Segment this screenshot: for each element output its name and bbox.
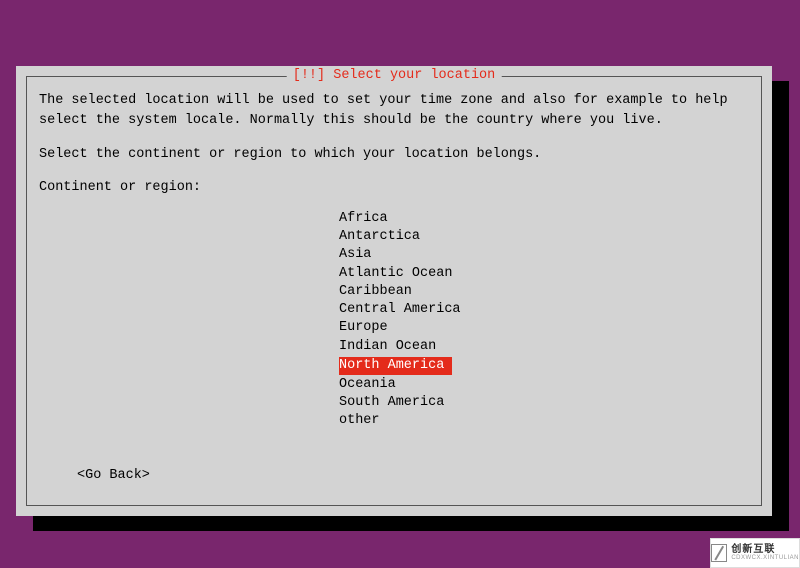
watermark-main: 创新互联	[731, 545, 799, 555]
watermark-badge: 创新互联 CDXWCX.XINTULIAN	[710, 538, 800, 568]
watermark-logo-icon	[711, 544, 727, 562]
watermark-text: 创新互联 CDXWCX.XINTULIAN	[731, 545, 799, 561]
dialog-prompt: Select the continent or region to which …	[39, 145, 749, 165]
region-item[interactable]: Atlantic Ocean	[339, 265, 749, 283]
region-list: AfricaAntarcticaAsiaAtlantic OceanCaribb…	[339, 210, 749, 431]
region-item[interactable]: Caribbean	[339, 283, 749, 301]
field-label: Continent or region:	[39, 178, 749, 198]
dialog-body: The selected location will be used to se…	[39, 91, 749, 431]
region-item[interactable]: Antarctica	[339, 228, 749, 246]
dialog-description: The selected location will be used to se…	[39, 91, 749, 132]
region-item[interactable]: Asia	[339, 246, 749, 264]
region-item[interactable]: Oceania	[339, 376, 749, 394]
region-item[interactable]: North America	[339, 357, 452, 375]
go-back-button[interactable]: <Go Back>	[77, 468, 150, 483]
location-dialog: [!!] Select your location The selected l…	[16, 66, 772, 516]
watermark-sub: CDXWCX.XINTULIAN	[731, 555, 799, 561]
region-item[interactable]: other	[339, 412, 749, 430]
region-item[interactable]: Central America	[339, 301, 749, 319]
region-item[interactable]: South America	[339, 394, 749, 412]
region-item[interactable]: Indian Ocean	[339, 338, 749, 356]
dialog-frame: [!!] Select your location The selected l…	[26, 76, 762, 506]
dialog-title: [!!] Select your location	[287, 68, 502, 83]
region-item[interactable]: Africa	[339, 210, 749, 228]
region-item[interactable]: Europe	[339, 319, 749, 337]
